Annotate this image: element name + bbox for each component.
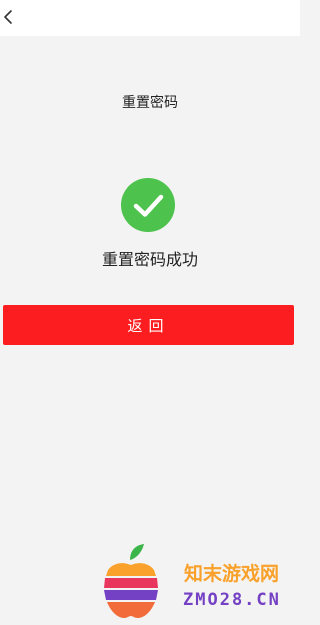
page-title: 重置密码 [122,95,178,111]
watermark-domain: ZMO28.CN [183,590,281,610]
apple-logo-icon [100,540,162,622]
return-button[interactable]: 返回 [3,305,294,345]
top-bar [0,0,300,36]
chevron-left-icon [4,10,12,24]
check-circle-icon [121,178,175,232]
watermark: 知末游戏网 ZMO28.CN [96,540,300,625]
success-message: 重置密码成功 [101,250,198,269]
watermark-site-name: 知末游戏网 [184,563,280,585]
back-button[interactable] [0,3,22,31]
